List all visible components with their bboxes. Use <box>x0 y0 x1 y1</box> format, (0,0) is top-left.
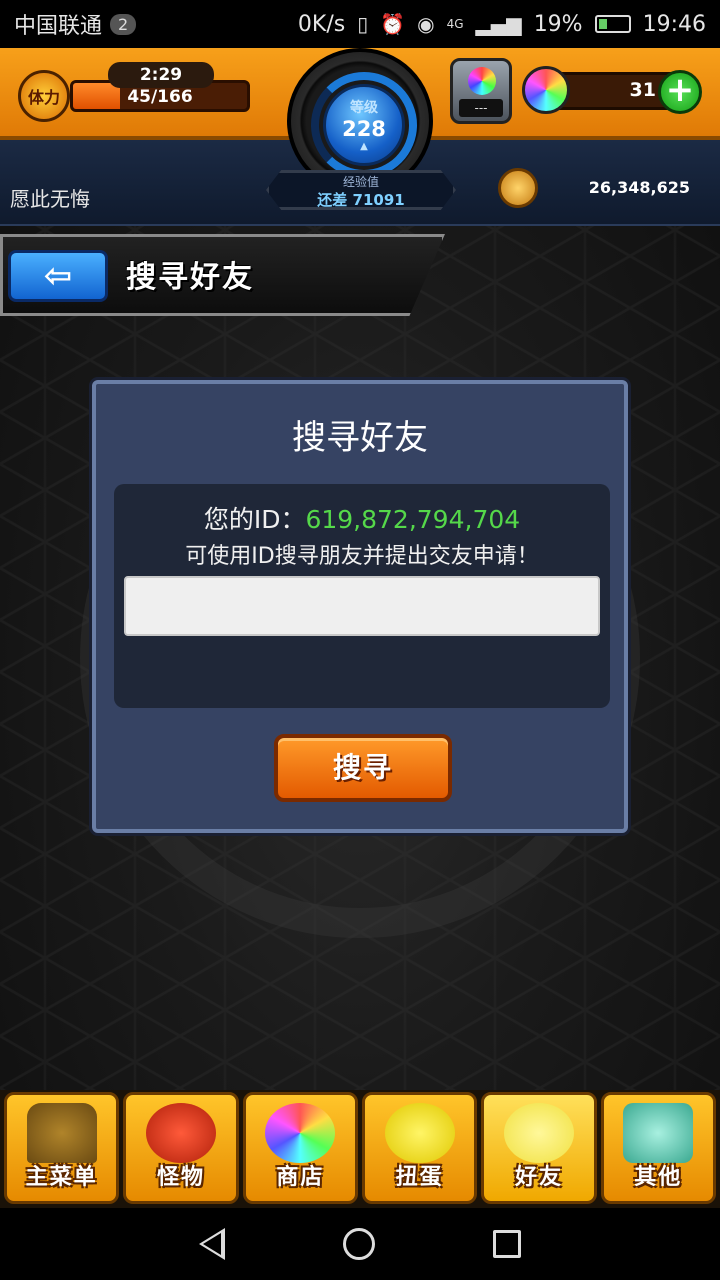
hint-text: 可使用ID搜寻朋友并提出交友申请！ <box>185 544 539 569</box>
caret-up-icon: ▲ <box>360 141 368 152</box>
tab-main-menu[interactable]: 主菜单 <box>4 1092 120 1204</box>
gem-count: 31 <box>629 79 656 101</box>
gacha-egg-icon <box>384 1103 455 1163</box>
exp-remaining: 还差 71091 <box>317 191 405 209</box>
tab-label: 好友 <box>514 1165 563 1190</box>
stamina-value: 45/166 <box>127 87 193 107</box>
nav-recent-apps-icon[interactable] <box>493 1230 521 1258</box>
home-gate-icon <box>26 1103 97 1163</box>
signal-icon: ▂▄▆ <box>475 12 522 36</box>
level-orb: 等级 228 ▲ <box>323 84 405 166</box>
coin-icon <box>498 168 538 208</box>
battery-percent: 19% <box>533 11 583 37</box>
mailbox-icon[interactable]: --- <box>450 58 512 124</box>
bottom-tab-bar: 主菜单 怪物 商店 扭蛋 好友 其他 <box>0 1090 720 1208</box>
nav-back-icon[interactable] <box>199 1228 225 1260</box>
system-nav-bar <box>0 1208 720 1280</box>
network-type: 4G <box>446 17 464 31</box>
sim-badge: 2 <box>110 13 137 35</box>
player-name: 愿此无悔 <box>10 187 90 211</box>
status-icons: 0K/s ▯ ⏰ ◉ 4G ▂▄▆ 19% 19:46 <box>298 12 706 37</box>
player-id-line: 您的ID：619,872,794,704 <box>114 500 610 536</box>
net-speed: 0K/s <box>297 11 346 37</box>
level-value: 228 <box>342 117 386 141</box>
tab-other[interactable]: 其他 <box>600 1092 716 1204</box>
tab-label: 商店 <box>276 1165 325 1190</box>
friends-balloons-icon <box>503 1103 574 1163</box>
vibrate-icon: ▯ <box>357 12 369 36</box>
search-button[interactable]: 搜寻 <box>274 734 452 802</box>
clock-time: 19:46 <box>642 11 706 37</box>
stamina-icon: 体力 <box>18 70 70 122</box>
question-sign-icon <box>623 1103 694 1163</box>
battery-icon <box>594 15 631 33</box>
tab-monsters[interactable]: 怪物 <box>123 1092 239 1204</box>
tab-label: 扭蛋 <box>395 1165 444 1190</box>
tab-friends[interactable]: 好友 <box>481 1092 597 1204</box>
search-friend-dialog: 搜寻好友 您的ID：619,872,794,704 可使用ID搜寻朋友并提出交友… <box>92 380 628 833</box>
stamina-label: 体力 <box>27 88 60 107</box>
add-gems-button[interactable]: + <box>658 70 702 114</box>
tab-shop[interactable]: 商店 <box>242 1092 358 1204</box>
page-title: 搜寻好友 <box>126 260 254 295</box>
dialog-inner-panel: 您的ID：619,872,794,704 可使用ID搜寻朋友并提出交友申请！ <box>114 484 610 708</box>
status-bar: 中国联通 2 0K/s ▯ ⏰ ◉ 4G ▂▄▆ 19% 19:46 <box>0 0 720 48</box>
friend-id-input[interactable] <box>124 576 600 636</box>
mailbox-text: --- <box>459 99 503 117</box>
back-arrow-icon: ⇦ <box>43 256 73 296</box>
id-label: 您的ID： <box>203 505 306 534</box>
coin-value: 26,348,625 <box>588 178 690 197</box>
exp-label: 经验值 <box>342 175 379 189</box>
tab-label: 其他 <box>634 1165 683 1190</box>
id-value: 619,872,794,704 <box>305 505 521 534</box>
nav-home-icon[interactable] <box>343 1228 375 1260</box>
dialog-title: 搜寻好友 <box>292 418 428 458</box>
tab-label: 主菜单 <box>25 1165 98 1190</box>
tab-label: 怪物 <box>156 1165 205 1190</box>
stamina-timer: 2:29 <box>108 62 214 88</box>
tab-gacha[interactable]: 扭蛋 <box>361 1092 478 1204</box>
gem-icon <box>522 66 570 114</box>
rainbow-orb-icon <box>468 67 496 95</box>
eye-icon: ◉ <box>417 12 435 36</box>
monster-icon <box>145 1103 216 1163</box>
level-label: 等级 <box>350 100 378 116</box>
alarm-icon: ⏰ <box>380 12 406 36</box>
carrier-name: 中国联通 <box>14 14 103 39</box>
rainbow-orb-icon <box>265 1103 336 1163</box>
back-button[interactable]: ⇦ <box>8 250 108 302</box>
exp-panel: 经验值 还差 71091 <box>266 170 456 210</box>
